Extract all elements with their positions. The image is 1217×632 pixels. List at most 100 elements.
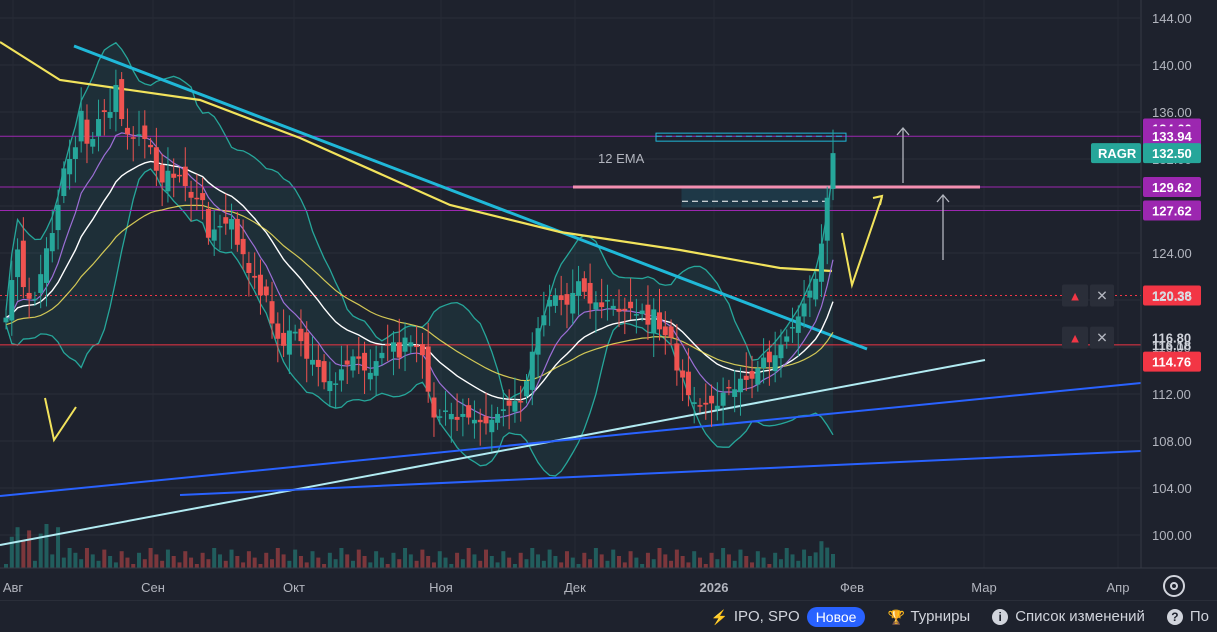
candle-body — [107, 112, 113, 118]
candle-body — [344, 360, 350, 365]
alert-116-close-icon: ✕ — [1096, 330, 1108, 346]
candle-body — [784, 336, 790, 342]
candle-body — [234, 218, 240, 245]
volume-bar — [622, 562, 627, 568]
price-label-132-50: 132.50 — [1152, 146, 1192, 161]
volume-bar — [455, 552, 460, 568]
volume-bar — [391, 552, 396, 568]
volume-bar — [750, 562, 755, 568]
volume-bar — [414, 560, 419, 568]
y-tick-label: 112.00 — [1152, 387, 1191, 402]
candle-body — [414, 345, 420, 347]
candle-body — [506, 400, 512, 406]
volume-bar — [217, 554, 222, 568]
volume-bar — [310, 551, 315, 568]
candle-body — [639, 310, 645, 315]
candle-body — [830, 153, 836, 189]
volume-bar — [339, 548, 344, 568]
candle-body — [535, 328, 541, 355]
candle-body — [275, 323, 281, 339]
candle-body — [599, 302, 605, 308]
candle-body — [72, 147, 78, 159]
x-tick-label: Окт — [283, 580, 305, 595]
volume-bar — [403, 548, 408, 568]
candle-body — [165, 170, 171, 192]
volume-bar — [154, 554, 159, 568]
candle-body — [205, 208, 211, 238]
volume-bar — [472, 554, 477, 568]
candle-body — [257, 274, 263, 296]
candle-body — [281, 332, 287, 346]
candle-body — [437, 416, 443, 418]
candle-body — [182, 166, 188, 187]
volume-bar — [796, 560, 801, 568]
candle-body — [119, 79, 125, 120]
volume-bar — [744, 556, 749, 568]
candle-body — [807, 290, 813, 298]
candle-body — [38, 274, 44, 293]
candle-body — [657, 312, 663, 330]
candle-body — [709, 395, 715, 404]
candle-body — [518, 401, 524, 403]
price-label-133-94: 133.94 — [1152, 129, 1193, 144]
volume-bar — [108, 556, 113, 568]
candle-body — [732, 389, 738, 397]
volume-bar — [512, 564, 517, 568]
changelog-link[interactable]: i Список изменений — [992, 608, 1145, 625]
candle-body — [32, 298, 38, 301]
settings-gear-icon[interactable] — [1163, 575, 1185, 597]
candle-body — [703, 402, 709, 405]
volume-bar — [755, 551, 760, 568]
candle-body — [813, 278, 819, 300]
candle-body — [67, 159, 73, 175]
candle-body — [778, 344, 784, 359]
price-label-127-62: 127.62 — [1152, 203, 1192, 218]
candle-body — [443, 410, 449, 412]
volume-bar — [651, 559, 656, 568]
candle-body — [471, 419, 477, 424]
x-tick-label: Мар — [971, 580, 996, 595]
volume-bar — [32, 560, 37, 568]
volume-bar — [501, 551, 506, 568]
price-label-120-36: 120.36 — [1152, 289, 1192, 304]
ipo-link[interactable]: ⚡ IPO, SPO Новое — [710, 606, 866, 627]
volume-bar — [559, 562, 564, 568]
volume-bar — [137, 552, 142, 568]
candle-body — [310, 359, 316, 365]
candle-body — [691, 402, 697, 404]
price-chart[interactable]: 12 EMA 144.00140.00136.00132.00128.00124… — [0, 0, 1217, 600]
candle-body — [171, 173, 177, 178]
volume-bar — [61, 557, 66, 568]
footer-bar: ⚡ IPO, SPO Новое 🏆 Турниры i Список изменени… — [0, 600, 1217, 632]
candle-body — [541, 315, 547, 326]
candle-body — [263, 286, 269, 296]
volume-bar — [790, 554, 795, 568]
breakout-zone-box[interactable] — [681, 185, 831, 208]
candle-body — [431, 397, 437, 418]
tournaments-link[interactable]: 🏆 Турниры — [887, 608, 970, 625]
volume-bar — [669, 560, 674, 568]
volume-bar — [131, 564, 136, 568]
help-link[interactable]: ? По — [1166, 608, 1209, 625]
candle-body — [489, 419, 495, 433]
candle-body — [78, 110, 84, 142]
volume-bar — [726, 554, 731, 568]
volume-bar — [252, 557, 257, 568]
candle-body — [373, 361, 379, 376]
volume-bar — [576, 564, 581, 568]
candle-body — [101, 110, 107, 112]
volume-bar — [547, 549, 552, 568]
lightning-icon: ⚡ — [710, 608, 729, 625]
price-label-116-18: 116.18 — [1152, 338, 1191, 353]
candle-body — [743, 375, 749, 380]
volume-bar — [588, 559, 593, 568]
price-label-129-62: 129.62 — [1152, 180, 1192, 195]
volume-bar — [484, 549, 489, 568]
volume-bar — [189, 557, 194, 568]
candle-body — [292, 331, 298, 334]
volume-bar — [507, 557, 512, 568]
candle-body — [159, 164, 165, 183]
volume-bar — [316, 557, 321, 568]
candle-body — [737, 378, 743, 393]
volume-bar — [119, 551, 124, 568]
